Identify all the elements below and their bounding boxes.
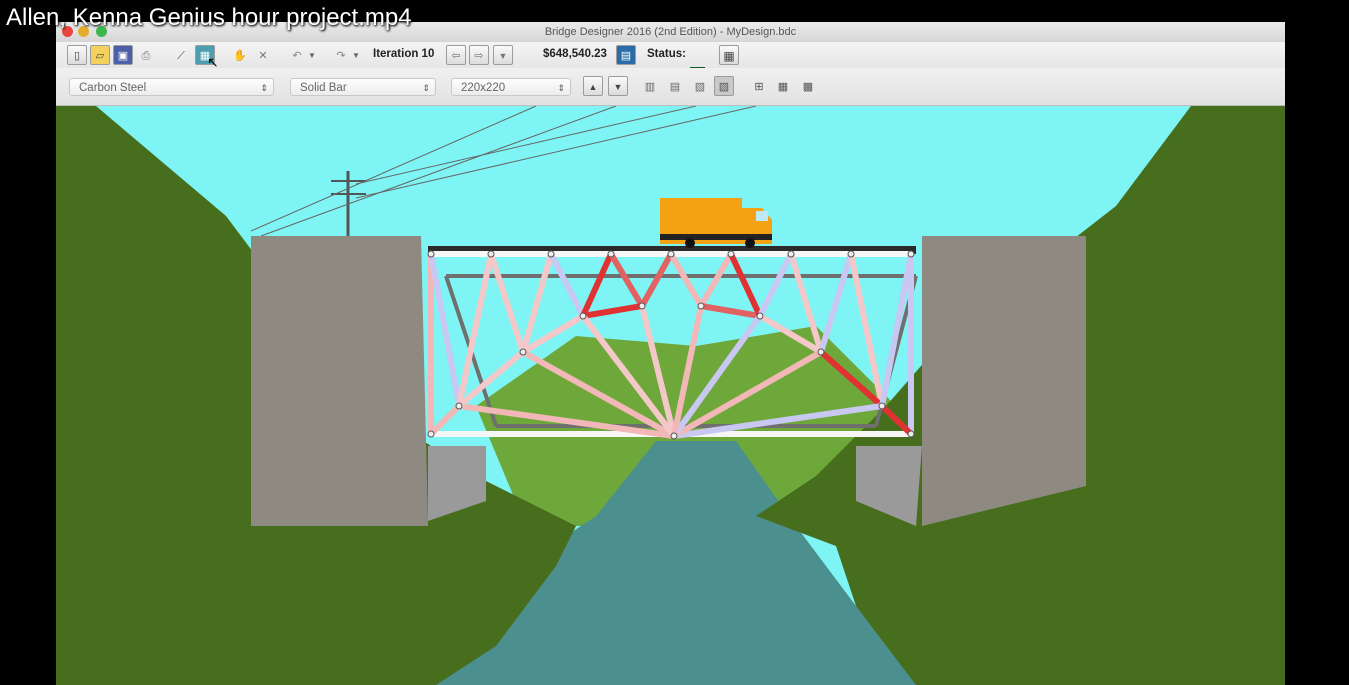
left-abutment [251,236,428,526]
medium-grid-icon[interactable]: ▦ [773,76,793,96]
redo-dropdown-icon[interactable]: ▼ [350,45,362,65]
coarse-grid-icon[interactable]: ⊞ [749,76,769,96]
cross-section-select[interactable]: Solid Bar ⇕ [290,78,436,96]
main-toolbar: ▯ ▱ ▣ ⎙ ⟋ ▦ ✋ ✕ ↶ ▼ ↷ ▼ Iteration 10 ⇦ ⇨… [56,42,1285,82]
redo-icon[interactable]: ↷ [331,45,351,65]
print-icon[interactable]: ⎙ [136,45,156,65]
decrease-size-icon[interactable]: ▼ [608,76,628,96]
next-iteration-icon[interactable]: ⇨ [469,45,489,65]
delete-icon[interactable]: ✕ [253,45,273,65]
right-abutment [922,236,1086,526]
truck-wheel [685,238,695,248]
load-test-scene [56,106,1285,685]
size-value: 220x220 [461,82,506,94]
cross-section-select-arrow-icon: ⇕ [422,83,430,93]
material-select-arrow-icon: ⇕ [260,83,268,93]
size-select-arrow-icon: ⇕ [557,83,565,93]
iteration-menu-icon[interactable]: ▼ [493,45,513,65]
view-rulers-icon[interactable]: ▧ [690,76,710,96]
view-members-icon[interactable]: ▥ [640,76,660,96]
open-folder-icon[interactable]: ▱ [90,45,110,65]
material-value: Carbon Steel [79,82,147,94]
select-tool-icon[interactable]: ✋ [230,45,250,65]
view-template-icon[interactable]: ▨ [714,76,734,96]
draw-joints-icon[interactable]: ⟋ [171,45,191,65]
video-title: Allen, Kenna Genius hour project.mp4 [6,4,412,31]
truck-wheel [745,238,755,248]
iteration-label: Iteration 10 [373,48,435,60]
member-table-icon[interactable]: ▦ [719,45,739,65]
fine-grid-icon[interactable]: ▩ [798,76,818,96]
cross-section-value: Solid Bar [300,82,347,94]
new-document-icon[interactable]: ▯ [67,45,87,65]
cost-value: $648,540.23 [543,48,607,60]
bridge-designer-window: Bridge Designer 2016 (2nd Edition) - MyD… [56,22,1285,685]
truck-window [756,211,768,221]
undo-icon[interactable]: ↶ [287,45,307,65]
member-properties-toolbar: Carbon Steel ⇕ Solid Bar ⇕ 220x220 ⇕ ▲ ▼… [56,68,1285,106]
save-icon[interactable]: ▣ [113,45,133,65]
material-select[interactable]: Carbon Steel ⇕ [69,78,274,96]
cost-calculator-icon[interactable]: ▤ [616,45,636,65]
increase-size-icon[interactable]: ▲ [583,76,603,96]
window-title: Bridge Designer 2016 (2nd Edition) - MyD… [544,26,797,38]
previous-iteration-icon[interactable]: ⇦ [446,45,466,65]
view-labels-icon[interactable]: ▤ [665,76,685,96]
truck-chassis [660,234,772,240]
size-select[interactable]: 220x220 ⇕ [451,78,571,96]
undo-dropdown-icon[interactable]: ▼ [306,45,318,65]
status-label: Status: [647,48,686,60]
